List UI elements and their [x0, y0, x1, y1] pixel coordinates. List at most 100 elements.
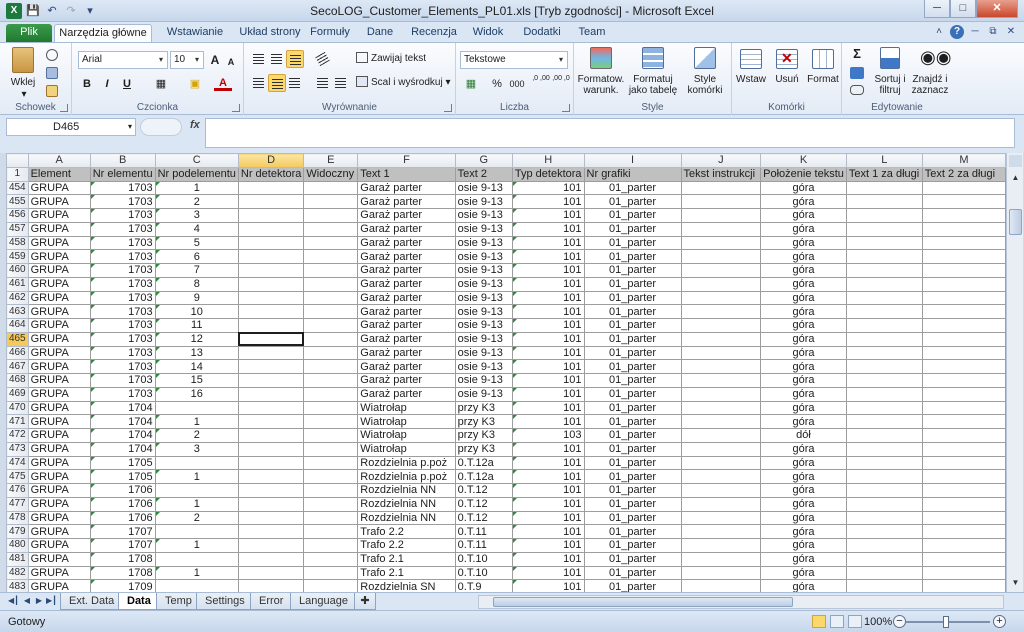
- cell-a[interactable]: GRUPA: [27, 194, 91, 209]
- cell-f[interactable]: Garaż parter: [357, 345, 456, 361]
- cell-g[interactable]: osie 9-13: [454, 290, 513, 306]
- cell-e[interactable]: [303, 290, 359, 306]
- cell-b[interactable]: 1703: [89, 235, 156, 251]
- cell-b[interactable]: 1703: [89, 304, 156, 319]
- format-cells-button[interactable]: Format: [806, 74, 840, 85]
- cell-b[interactable]: 1703: [89, 359, 156, 374]
- insert-cells-icon[interactable]: [740, 49, 762, 69]
- cell-c[interactable]: 8: [154, 276, 239, 292]
- cell-e[interactable]: [303, 524, 359, 539]
- chevron-down-icon[interactable]: ▾: [155, 52, 167, 68]
- row-header[interactable]: 476: [6, 483, 29, 498]
- chevron-down-icon[interactable]: ▾: [555, 52, 567, 68]
- cell-d[interactable]: [237, 538, 305, 553]
- tab-team[interactable]: Team: [574, 24, 610, 42]
- column-header-h[interactable]: H: [511, 153, 585, 168]
- cell-g[interactable]: przy K3: [454, 428, 513, 443]
- cell-h[interactable]: 101: [511, 304, 585, 319]
- delete-cells-button[interactable]: Usuń: [770, 74, 804, 85]
- cell-m[interactable]: [921, 180, 1006, 196]
- cell-l[interactable]: [845, 524, 923, 539]
- paste-dropdown-icon[interactable]: ▾: [14, 89, 34, 100]
- tab-review[interactable]: Recenzja: [408, 24, 460, 42]
- cell-a[interactable]: GRUPA: [27, 304, 91, 319]
- cell-a[interactable]: GRUPA: [27, 483, 91, 498]
- column-header-g[interactable]: G: [454, 153, 513, 168]
- header-cell[interactable]: Element: [27, 166, 91, 182]
- cell-b[interactable]: 1706: [89, 483, 156, 498]
- last-sheet-icon[interactable]: ▶┃: [46, 596, 57, 605]
- cell-h[interactable]: 101: [511, 441, 585, 457]
- cell-k[interactable]: góra: [760, 414, 847, 429]
- cell-j[interactable]: [680, 524, 762, 539]
- cell-m[interactable]: [921, 400, 1006, 416]
- cell-i[interactable]: 01_parter: [583, 235, 682, 251]
- cell-f[interactable]: Rozdzielnia SN: [357, 579, 456, 592]
- cell-m[interactable]: [921, 276, 1006, 292]
- zoom-in-icon[interactable]: +: [993, 615, 1006, 628]
- cell-l[interactable]: [845, 469, 923, 484]
- cell-d[interactable]: [237, 441, 305, 457]
- page-layout-view-icon[interactable]: [830, 615, 844, 628]
- header-cell[interactable]: Text 1 za długi: [845, 166, 923, 182]
- insert-function-button[interactable]: fx: [190, 119, 200, 131]
- cell-i[interactable]: 01_parter: [583, 345, 682, 361]
- cell-i[interactable]: 01_parter: [583, 579, 682, 592]
- column-header-a[interactable]: A: [27, 153, 91, 168]
- cell-i[interactable]: 01_parter: [583, 565, 682, 581]
- cell-i[interactable]: 01_parter: [583, 194, 682, 209]
- row-header[interactable]: 456: [6, 208, 29, 223]
- conditional-format-button[interactable]: Formatow. warunk.: [576, 74, 626, 96]
- minimize-icon[interactable]: ─: [924, 0, 950, 18]
- row-header[interactable]: 458: [6, 235, 29, 251]
- cell-k[interactable]: góra: [760, 359, 847, 374]
- cell-k[interactable]: góra: [760, 524, 847, 539]
- cell-l[interactable]: [845, 318, 923, 333]
- font-name-combo[interactable]: Arial ▾: [78, 51, 168, 69]
- orientation-icon[interactable]: [314, 50, 332, 68]
- cell-m[interactable]: [921, 194, 1006, 209]
- thousands-button[interactable]: 000: [506, 75, 528, 93]
- cell-i[interactable]: 01_parter: [583, 469, 682, 484]
- cell-b[interactable]: 1703: [89, 276, 156, 292]
- cell-e[interactable]: [303, 304, 359, 319]
- cell-k[interactable]: góra: [760, 276, 847, 292]
- vertical-scroll-thumb[interactable]: [1009, 209, 1022, 235]
- cell-l[interactable]: [845, 331, 923, 347]
- cell-a[interactable]: GRUPA: [27, 235, 91, 251]
- delete-cells-icon[interactable]: ✕: [776, 49, 798, 69]
- cell-g[interactable]: 0.T.12: [454, 483, 513, 498]
- cell-e[interactable]: [303, 359, 359, 374]
- cell-h[interactable]: 101: [511, 208, 585, 223]
- cell-l[interactable]: [845, 194, 923, 209]
- sheet-tab-temp[interactable]: Temp: [156, 593, 201, 610]
- vertical-scrollbar[interactable]: ▲ ▼: [1006, 153, 1023, 592]
- borders-icon[interactable]: ▦: [152, 75, 170, 93]
- cell-i[interactable]: 01_parter: [583, 290, 682, 306]
- cell-j[interactable]: [680, 249, 762, 264]
- column-header-e[interactable]: E: [303, 153, 359, 168]
- cell-g[interactable]: osie 9-13: [454, 263, 513, 278]
- column-header-l[interactable]: L: [845, 153, 923, 168]
- cell-j[interactable]: [680, 441, 762, 457]
- cell-d[interactable]: [237, 235, 305, 251]
- cell-m[interactable]: [921, 496, 1006, 512]
- cell-b[interactable]: 1703: [89, 249, 156, 264]
- cell-i[interactable]: 01_parter: [583, 221, 682, 237]
- tab-file[interactable]: Plik: [6, 24, 52, 42]
- row-header[interactable]: 462: [6, 290, 29, 306]
- cell-m[interactable]: [921, 565, 1006, 581]
- cell-k[interactable]: góra: [760, 249, 847, 264]
- cell-m[interactable]: [921, 455, 1006, 471]
- cell-a[interactable]: GRUPA: [27, 221, 91, 237]
- cell-l[interactable]: [845, 510, 923, 526]
- sort-filter-icon[interactable]: [880, 47, 900, 69]
- cell-g[interactable]: osie 9-13: [454, 359, 513, 374]
- cell-f[interactable]: Rozdzielnia p.poż: [357, 455, 456, 471]
- cell-j[interactable]: [680, 538, 762, 553]
- sheet-tab-error[interactable]: Error: [250, 593, 293, 610]
- cell-f[interactable]: Wiatrołap: [357, 414, 456, 429]
- row-header[interactable]: 466: [6, 345, 29, 361]
- cell-f[interactable]: Garaż parter: [357, 373, 456, 388]
- cell-a[interactable]: GRUPA: [27, 249, 91, 264]
